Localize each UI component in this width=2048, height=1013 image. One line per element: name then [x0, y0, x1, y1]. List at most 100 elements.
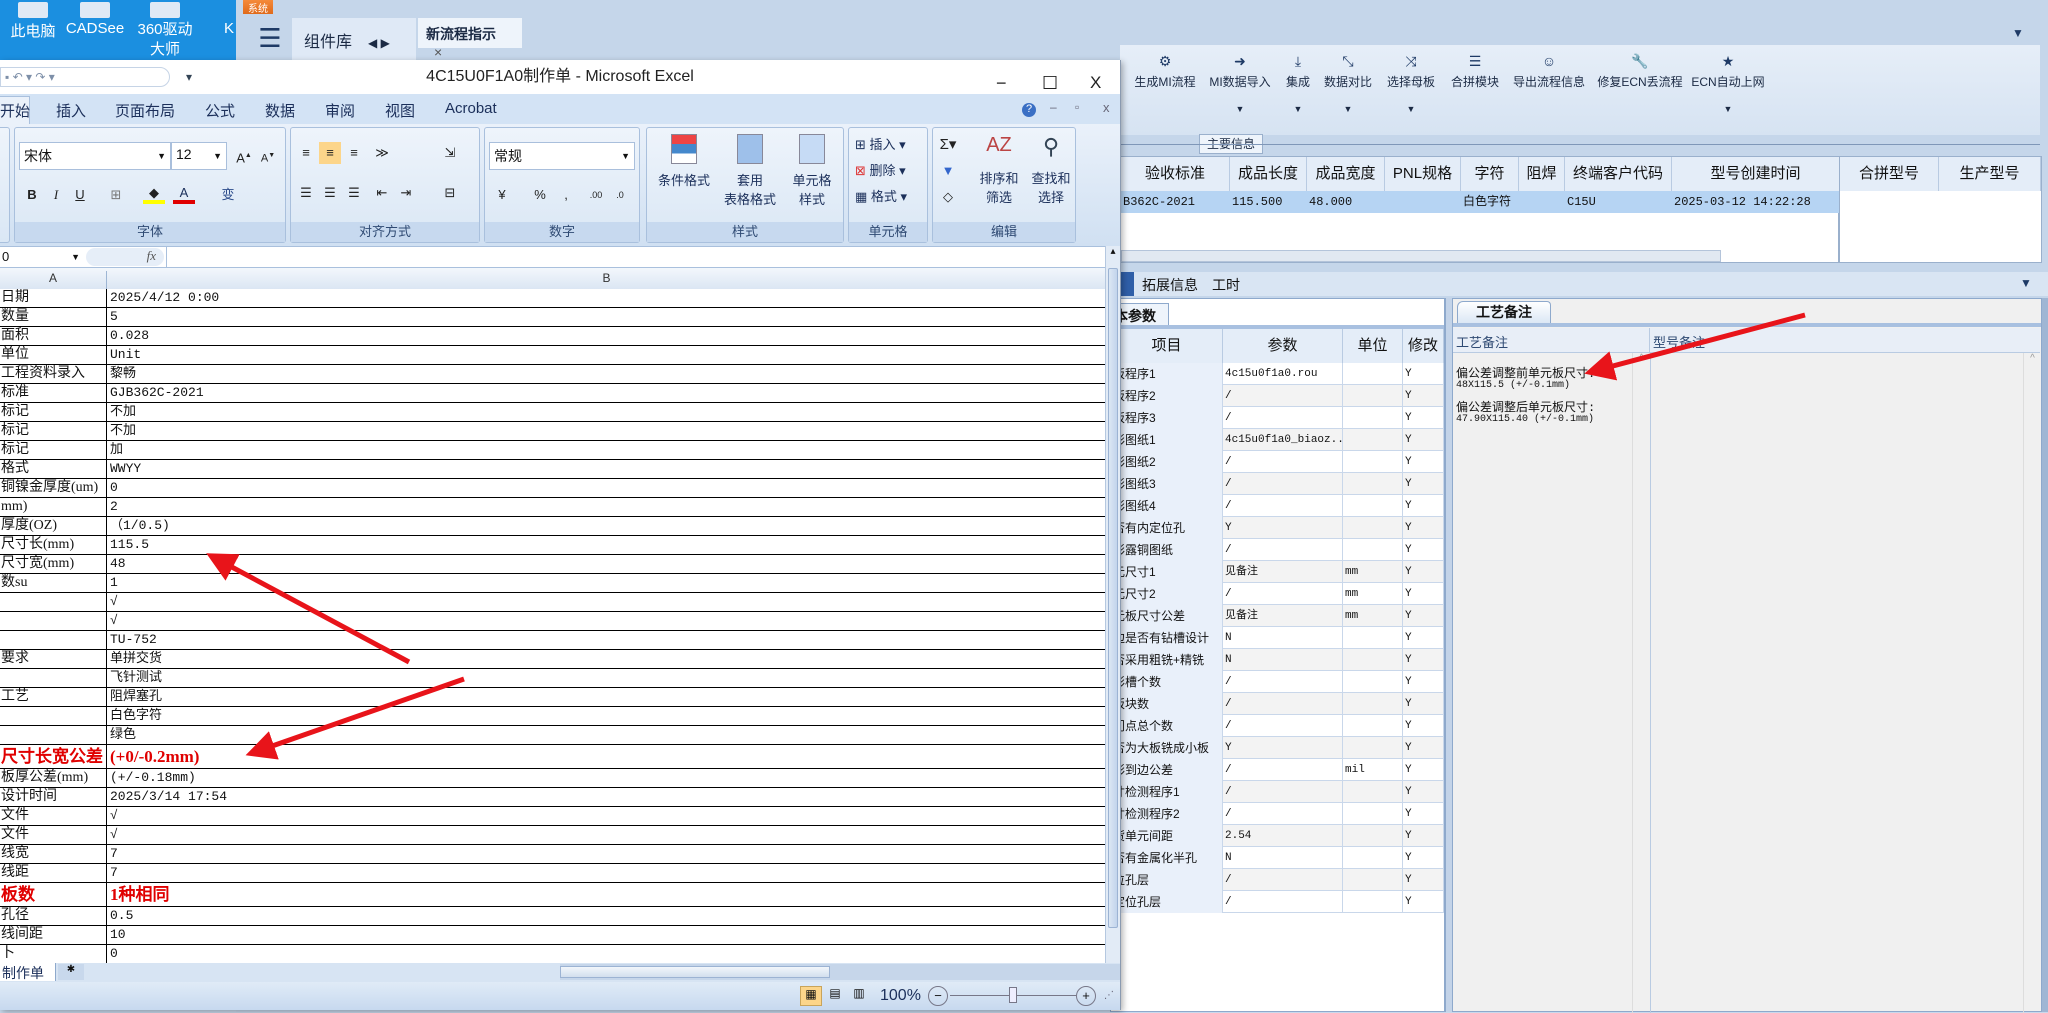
parameter-cell[interactable]: 形到边公差: [1111, 759, 1223, 781]
clear-icon[interactable]: ◇: [937, 186, 959, 208]
desktop-icon-360-driver[interactable]: 360驱动 大师: [130, 2, 200, 60]
parameter-cell[interactable]: /: [1223, 759, 1343, 781]
conditional-format-button[interactable]: 条件格式: [651, 134, 717, 189]
tab-process-notes[interactable]: 工艺备注: [1457, 301, 1551, 323]
help-icon[interactable]: ?: [1022, 103, 1036, 117]
parameter-row[interactable]: 形到边公差 / mil Y: [1111, 759, 1444, 781]
cell-a[interactable]: 板厚公差(mm): [0, 769, 107, 787]
parameter-row[interactable]: 定位孔层 / Y: [1111, 891, 1444, 913]
dropdown-arrow-icon[interactable]: ▼: [2020, 276, 2032, 290]
parameter-cell[interactable]: [1343, 627, 1403, 649]
font-color-icon[interactable]: A: [173, 182, 195, 204]
worksheet-row[interactable]: 日期 2025/4/12 0:00: [0, 289, 1105, 308]
sheet-tab-active[interactable]: 制作单: [0, 963, 56, 981]
cell-a[interactable]: 板数: [0, 883, 107, 906]
worksheet-row[interactable]: 工艺 阻焊塞孔: [0, 688, 1105, 707]
system-tab[interactable]: 系统: [243, 0, 273, 15]
dropdown-arrow-icon[interactable]: ▼: [2012, 26, 2024, 40]
toolbar-button[interactable]: ⤡ 数据对比 ▼: [1324, 53, 1372, 114]
parameter-cell[interactable]: Y: [1403, 737, 1444, 759]
worksheet-row[interactable]: 标记 不加: [0, 403, 1105, 422]
page-break-view-icon[interactable]: ▥: [848, 986, 870, 1006]
tab-formulas[interactable]: 公式: [205, 100, 235, 121]
cell-b[interactable]: 2025/4/12 0:00: [110, 289, 219, 307]
parameter-cell[interactable]: [1343, 803, 1403, 825]
worksheet-row[interactable]: 板数 1种相同: [0, 883, 1105, 907]
borders-icon[interactable]: ⊞: [105, 184, 127, 206]
tab-work-hours[interactable]: 工时: [1212, 275, 1240, 295]
worksheet-row[interactable]: 板厚公差(mm) (+/-0.18mm): [0, 769, 1105, 788]
parameter-row[interactable]: 元尺寸2/mm Y: [1111, 583, 1444, 605]
zoom-out-button[interactable]: −: [928, 986, 948, 1006]
cell-a[interactable]: 厚度(OZ): [0, 517, 107, 535]
parameter-cell[interactable]: 形图纸3: [1111, 473, 1223, 495]
name-box[interactable]: 0 ▼: [0, 247, 84, 267]
parameter-row[interactable]: 货单元间距 2.54 Y: [1111, 825, 1444, 847]
worksheet-row[interactable]: 数su 1: [0, 574, 1105, 593]
column-header-item[interactable]: 项目: [1111, 329, 1223, 363]
column-header[interactable]: 终端客户代码: [1565, 157, 1672, 191]
toolbar-button[interactable]: ★ ECN自动上网 ▼: [1691, 53, 1764, 114]
parameter-cell[interactable]: [1343, 649, 1403, 671]
toolbar-button[interactable]: ➜ MI数据导入 ▼: [1209, 53, 1270, 114]
parameter-cell[interactable]: [1343, 451, 1403, 473]
column-header-merge-model[interactable]: 合拼型号: [1840, 157, 1939, 191]
grid-cell[interactable]: 48.000: [1307, 191, 1385, 213]
worksheet-row[interactable]: 数量 5: [0, 308, 1105, 327]
orientation-icon[interactable]: ≫: [371, 142, 393, 164]
parameter-cell[interactable]: /: [1223, 451, 1343, 473]
ribbon-close-icon[interactable]: x: [1103, 100, 1110, 115]
worksheet-row[interactable]: 线宽 7: [0, 845, 1105, 864]
cell-a[interactable]: 数su: [0, 574, 107, 592]
parameter-row[interactable]: 否有金属化半孔 N Y: [1111, 847, 1444, 869]
parameter-cell[interactable]: /: [1223, 539, 1343, 561]
align-middle-icon[interactable]: ≡: [319, 142, 341, 164]
parameter-cell[interactable]: 4c15u0f1a0_biaoz...: [1223, 429, 1343, 451]
parameter-cell[interactable]: 见备注: [1223, 561, 1343, 583]
parameter-cell[interactable]: 见备注: [1223, 605, 1343, 627]
parameter-cell[interactable]: Y: [1403, 539, 1444, 561]
find-select-button[interactable]: ⚲ 查找和 选择: [1025, 134, 1077, 206]
worksheet-row[interactable]: 单位 Unit: [0, 346, 1105, 365]
parameter-cell[interactable]: 寸检测程序2: [1111, 803, 1223, 825]
cell-b[interactable]: 0.5: [110, 907, 133, 925]
parameter-cell[interactable]: [1343, 671, 1403, 693]
column-header-modify[interactable]: 修改: [1403, 329, 1444, 363]
cell-b[interactable]: 加: [110, 441, 123, 459]
parameter-cell[interactable]: Y: [1403, 517, 1444, 539]
parameter-cell[interactable]: /: [1223, 407, 1343, 429]
parameter-cell[interactable]: [1343, 473, 1403, 495]
parameter-row[interactable]: 门点总个数 / Y: [1111, 715, 1444, 737]
cell-b[interactable]: 不加: [110, 403, 136, 421]
parameter-row[interactable]: 否采用粗铣+精铣 N Y: [1111, 649, 1444, 671]
worksheet-row[interactable]: 尺寸长(mm) 115.5: [0, 536, 1105, 555]
parameter-cell[interactable]: Y: [1403, 649, 1444, 671]
cell-a[interactable]: 线距: [0, 864, 107, 882]
parameter-cell[interactable]: Y: [1403, 891, 1444, 913]
cell-b[interactable]: 1: [110, 574, 118, 592]
parameter-cell[interactable]: Y: [1403, 583, 1444, 605]
worksheet-row[interactable]: 面积 0.028: [0, 327, 1105, 346]
cell-b[interactable]: TU-752: [110, 631, 157, 649]
parameter-cell[interactable]: 否为大板铣成小板: [1111, 737, 1223, 759]
cell-b[interactable]: 0: [110, 945, 118, 963]
parameter-cell[interactable]: 4c15u0f1a0.rou: [1223, 363, 1343, 385]
panel-splitter[interactable]: [1445, 298, 1452, 1012]
parameter-cell[interactable]: [1343, 891, 1403, 913]
parameter-cell[interactable]: Y: [1403, 385, 1444, 407]
parameter-cell[interactable]: /: [1223, 803, 1343, 825]
scroll-thumb[interactable]: [560, 966, 830, 978]
cell-b[interactable]: （1/0.5): [110, 517, 170, 535]
cell-a[interactable]: 孔径: [0, 907, 107, 925]
cell-a[interactable]: 尺寸宽(mm): [0, 555, 107, 573]
tab-extended-info[interactable]: 拓展信息: [1142, 275, 1198, 295]
parameter-cell[interactable]: 形图纸1: [1111, 429, 1223, 451]
parameter-row[interactable]: 板程序2/ Y: [1111, 385, 1444, 407]
parameter-cell[interactable]: 元尺寸2: [1111, 583, 1223, 605]
sort-filter-button[interactable]: AZ 排序和 筛选: [973, 134, 1025, 206]
tab-page-layout[interactable]: 页面布局: [115, 100, 175, 121]
parameter-cell[interactable]: Y: [1403, 803, 1444, 825]
grid-cell[interactable]: 白色字符: [1461, 191, 1519, 213]
parameter-row[interactable]: 形槽个数 / Y: [1111, 671, 1444, 693]
worksheet-row[interactable]: 工程资料录入 黎畅: [0, 365, 1105, 384]
